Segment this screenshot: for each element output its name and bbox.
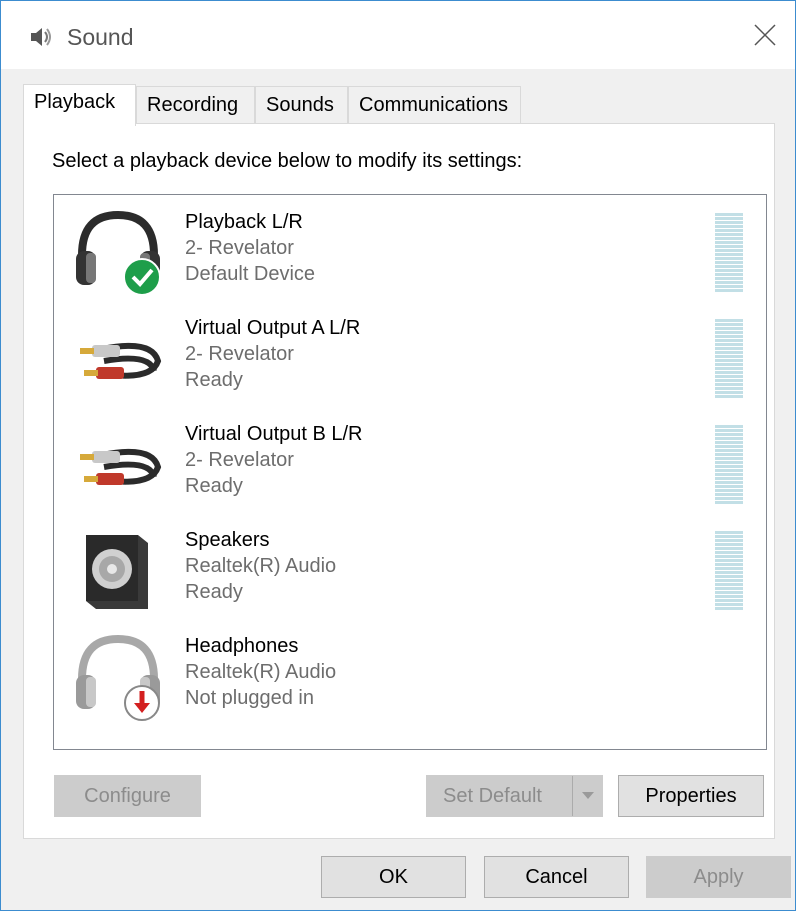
device-status: Ready bbox=[185, 369, 243, 391]
list-item-headphones[interactable]: Headphones Realtek(R) Audio Not plugged … bbox=[54, 621, 766, 727]
device-status: Not plugged in bbox=[185, 687, 314, 709]
cancel-button[interactable]: Cancel bbox=[484, 856, 629, 898]
chevron-down-icon bbox=[581, 792, 594, 799]
tab-recording[interactable]: Recording bbox=[136, 86, 255, 124]
device-name: Speakers bbox=[185, 529, 270, 551]
device-name: Virtual Output B L/R bbox=[185, 423, 363, 445]
device-driver: Realtek(R) Audio bbox=[185, 661, 337, 683]
volume-meter bbox=[715, 319, 743, 399]
properties-button[interactable]: Properties bbox=[618, 775, 764, 817]
rca-cable-icon bbox=[80, 448, 162, 485]
configure-button[interactable]: Configure bbox=[54, 775, 201, 817]
device-name: Headphones bbox=[185, 635, 299, 657]
list-item-playback-lr[interactable]: Playback L/R 2- Revelator Default Device bbox=[54, 197, 766, 303]
device-driver: 2- Revelator bbox=[185, 237, 294, 259]
list-item-virtual-output-a[interactable]: Virtual Output A L/R 2- Revelator Ready bbox=[54, 303, 766, 409]
set-default-label: Set Default bbox=[443, 784, 542, 807]
volume-meter bbox=[715, 213, 743, 293]
device-name: Virtual Output A L/R bbox=[185, 317, 361, 339]
window-title: Sound bbox=[67, 24, 134, 50]
device-status: Default Device bbox=[185, 263, 316, 285]
set-default-button[interactable]: Set Default bbox=[426, 775, 603, 817]
device-driver: Realtek(R) Audio bbox=[185, 555, 337, 577]
list-item-speakers[interactable]: Speakers Realtek(R) Audio Ready bbox=[54, 515, 766, 621]
rca-cable-icon bbox=[80, 342, 162, 379]
close-button[interactable] bbox=[735, 1, 795, 69]
headphones-unplugged-icon bbox=[76, 634, 160, 721]
apply-button[interactable]: Apply bbox=[646, 856, 791, 898]
tab-communications[interactable]: Communications bbox=[348, 86, 521, 124]
device-list[interactable]: Playback L/R 2- Revelator Default Device bbox=[53, 194, 767, 750]
ok-button[interactable]: OK bbox=[321, 856, 466, 898]
volume-meter bbox=[715, 531, 743, 611]
headphones-default-icon bbox=[76, 210, 161, 296]
device-status: Ready bbox=[185, 581, 243, 603]
device-status: Ready bbox=[185, 475, 243, 497]
tab-sounds[interactable]: Sounds bbox=[255, 86, 348, 124]
instruction-text: Select a playback device below to modify… bbox=[52, 150, 523, 172]
title-bar[interactable]: Sound bbox=[1, 1, 795, 69]
close-icon bbox=[754, 24, 776, 46]
volume-meter bbox=[715, 425, 743, 505]
speaker-app-icon bbox=[31, 28, 51, 46]
set-default-dropdown[interactable] bbox=[572, 776, 602, 816]
sound-dialog: Sound Playback Recording Sounds Communic… bbox=[0, 0, 796, 911]
device-driver: 2- Revelator bbox=[185, 343, 294, 365]
list-item-virtual-output-b[interactable]: Virtual Output B L/R 2- Revelator Ready bbox=[54, 409, 766, 515]
speaker-icon bbox=[86, 535, 148, 609]
device-name: Playback L/R bbox=[185, 211, 303, 233]
tab-playback[interactable]: Playback bbox=[23, 84, 136, 126]
playback-panel: Select a playback device below to modify… bbox=[23, 123, 775, 839]
device-driver: 2- Revelator bbox=[185, 449, 294, 471]
